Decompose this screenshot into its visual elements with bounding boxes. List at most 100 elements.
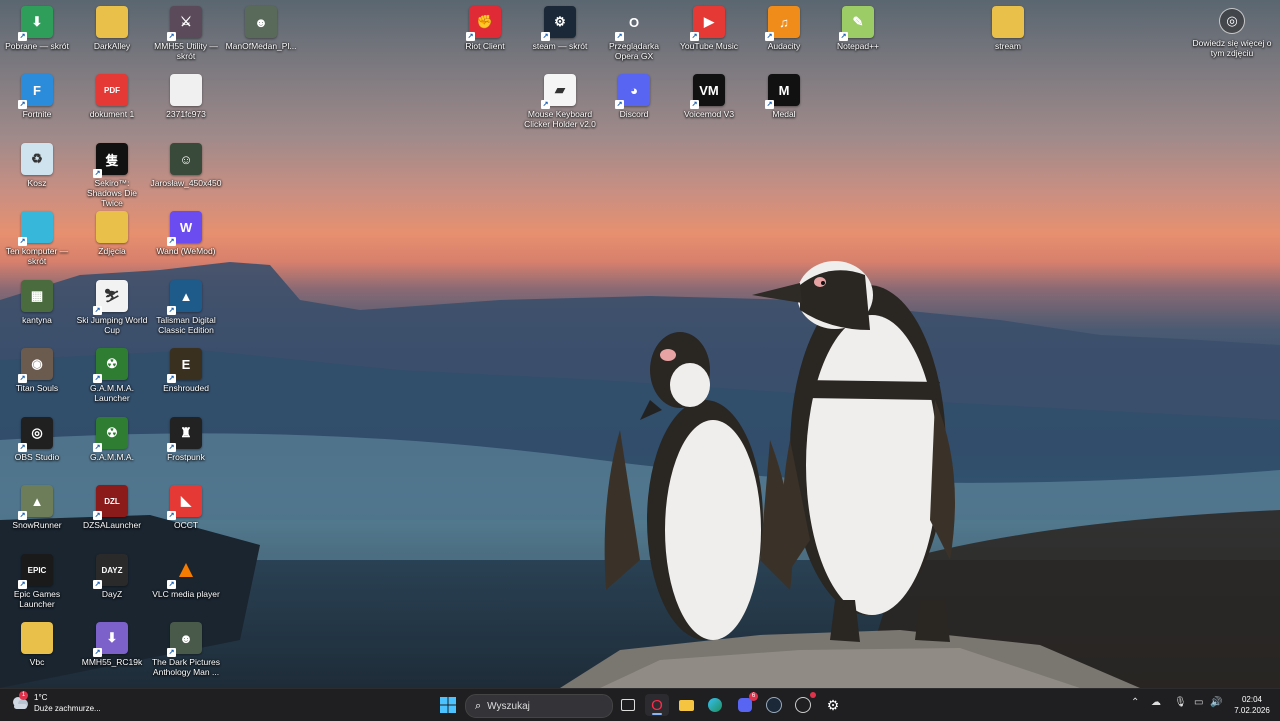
- app-icon: ⚔ ↗: [167, 6, 202, 41]
- app-icon: ◕ ↗: [615, 74, 650, 109]
- volume-icon[interactable]: 🔊: [1210, 697, 1222, 708]
- desktop-icon[interactable]: ☢ ↗ G.A.M.M.A. Launcher: [77, 348, 147, 416]
- desktop-icon-label: The Dark Pictures Anthology Man ...: [151, 657, 221, 677]
- desktop-icon[interactable]: ♻ Kosz: [2, 143, 72, 211]
- desktop-icon[interactable]: ☻ ↗ The Dark Pictures Anthology Man ...: [151, 622, 221, 690]
- app-icon: DAYZ ↗: [93, 554, 128, 589]
- taskbar-file-explorer[interactable]: [674, 694, 698, 716]
- desktop-icon[interactable]: ▶ ↗ YouTube Music: [674, 6, 744, 74]
- shortcut-arrow-icon: ↗: [18, 443, 27, 452]
- app-icon: ☢ ↗: [93, 348, 128, 383]
- desktop-icon[interactable]: ⚔ ↗ MMH55 Utility — skrót: [151, 6, 221, 74]
- desktop-icon[interactable]: ◕ ↗ Discord: [599, 74, 669, 142]
- taskbar-discord[interactable]: 6: [733, 692, 758, 716]
- system-clock[interactable]: 02:04 7.02.2026: [1228, 694, 1276, 716]
- active-indicator: [652, 713, 662, 715]
- app-icon: ♫ ↗: [765, 6, 800, 41]
- desktop-icon[interactable]: ▲ ↗ SnowRunner: [2, 485, 72, 553]
- desktop-icon[interactable]: ▦ kantyna: [2, 280, 72, 348]
- app-icon: ◉ ↗: [18, 348, 53, 383]
- app-icon: ▦: [21, 280, 53, 312]
- app-icon: VM ↗: [690, 74, 725, 109]
- desktop-icon[interactable]: PDF dokument 1: [77, 74, 147, 142]
- desktop-icon-label: Vbc: [29, 657, 45, 667]
- weather-widget[interactable]: 1 1°C Duże zachmurze...: [10, 691, 101, 714]
- desktop-icon[interactable]: DarkAlley: [77, 6, 147, 74]
- app-icon: ☢ ↗: [93, 417, 128, 452]
- desktop-icon-label: Zdjęcia: [98, 246, 126, 256]
- desktop-icon[interactable]: Zdjęcia: [77, 211, 147, 279]
- desktop-icon[interactable]: ⬇ ↗ Pobrane — skrót: [2, 6, 72, 74]
- app-icon: ✊ ↗: [466, 6, 501, 41]
- desktop-icon[interactable]: 2371fc973: [151, 74, 221, 142]
- desktop-icon[interactable]: ↗ Ten komputer — skrót: [2, 211, 72, 279]
- desktop-icon[interactable]: ◉ ↗ Titan Souls: [2, 348, 72, 416]
- desktop-icon[interactable]: stream: [973, 6, 1043, 74]
- desktop-icon[interactable]: ⬇ ↗ MMH55_RC19k: [77, 622, 147, 690]
- onedrive-icon[interactable]: ☁: [1151, 697, 1161, 708]
- shortcut-arrow-icon: ↗: [18, 32, 27, 41]
- search-placeholder: Wyszukaj: [487, 700, 530, 712]
- desktop-icon-label: 2371fc973: [166, 109, 206, 119]
- start-button[interactable]: [436, 694, 460, 716]
- app-icon: M ↗: [765, 74, 800, 109]
- app-icon: F ↗: [18, 74, 53, 109]
- desktop-icon-label: Ten komputer — skrót: [5, 246, 69, 266]
- desktop-icon-label: Epic Games Launcher: [13, 589, 61, 609]
- desktop-icon[interactable]: ♫ ↗ Audacity: [749, 6, 819, 74]
- desktop-icon[interactable]: ☻ ManOfMedan_Pl...: [226, 6, 296, 74]
- desktop-icon[interactable]: M ↗ Medal: [749, 74, 819, 142]
- taskbar-steam[interactable]: [762, 694, 786, 716]
- search-icon: ⌕: [475, 699, 482, 712]
- edge-icon: [708, 698, 722, 712]
- microphone-icon[interactable]: 🎙: [1174, 697, 1187, 708]
- desktop-icon-label: Pobrane — skrót: [5, 41, 69, 51]
- desktop-icon-label: Enshrouded: [163, 383, 209, 393]
- show-hidden-icons-chevron[interactable]: ⌃: [1131, 697, 1139, 708]
- desktop-icon[interactable]: W ↗ Wand (WeMod): [151, 211, 221, 279]
- desktop-icon[interactable]: DAYZ ↗ DayZ: [77, 554, 147, 622]
- taskbar-settings[interactable]: ⚙: [821, 694, 845, 716]
- taskbar-app[interactable]: [791, 692, 816, 716]
- desktop-icon[interactable]: ◣ ↗ OCCT: [151, 485, 221, 553]
- app-icon: 隻 ↗: [93, 143, 128, 178]
- desktop-icon-label: Audacity: [767, 41, 801, 51]
- desktop-icon[interactable]: O ↗ Przeglądarka Opera GX: [599, 6, 669, 74]
- desktop-icon[interactable]: 隻 ↗ Sekiro™: Shadows Die Twice: [77, 143, 147, 211]
- desktop-icon[interactable]: F ↗ Fortnite: [2, 74, 72, 142]
- shortcut-arrow-icon: ↗: [615, 100, 624, 109]
- desktop-icon[interactable]: ▰ ↗ Mouse Keyboard Clicker Holder v2.0: [524, 74, 596, 142]
- taskbar: 1 1°C Duże zachmurze... ⌕ Wyszukaj O 6 ⚙…: [0, 688, 1280, 721]
- shortcut-arrow-icon: ↗: [541, 32, 550, 41]
- desktop-icon[interactable]: DZL ↗ DZSALauncher: [77, 485, 147, 553]
- task-view-button[interactable]: [616, 694, 640, 716]
- app-icon: ⬇ ↗: [18, 6, 53, 41]
- desktop-icon[interactable]: Vbc: [2, 622, 72, 690]
- taskbar-edge[interactable]: [703, 694, 727, 716]
- desktop-icon-label: OCCT: [173, 520, 199, 530]
- app-icon: ◣ ↗: [167, 485, 202, 520]
- desktop-icon[interactable]: ▲ ↗ Talisman Digital Classic Edition: [151, 280, 221, 348]
- app-icon: DZL ↗: [93, 485, 128, 520]
- network-icon[interactable]: ▭: [1194, 697, 1203, 708]
- desktop-icon[interactable]: E ↗ Enshrouded: [151, 348, 221, 416]
- desktop-icon[interactable]: ☺ Jarosław_450x450: [151, 143, 221, 211]
- search-box[interactable]: ⌕ Wyszukaj: [465, 694, 613, 718]
- desktop-icon[interactable]: EPIC ↗ Epic Games Launcher: [2, 554, 72, 622]
- camera-icon: ◎: [1219, 8, 1245, 34]
- desktop-icon[interactable]: ▲ ↗ VLC media player: [151, 554, 221, 622]
- desktop-icon-label: steam — skrót: [532, 41, 588, 51]
- shortcut-arrow-icon: ↗: [541, 100, 550, 109]
- desktop-icon[interactable]: ✎ ↗ Notepad++: [823, 6, 893, 74]
- learn-more-about-photo[interactable]: ◎ Dowiedz się więcej o tym zdjęciu: [1190, 8, 1274, 58]
- desktop-icon[interactable]: ⛷ ↗ Ski Jumping World Cup: [77, 280, 147, 348]
- desktop-icon[interactable]: ⚙ ↗ steam — skrót: [525, 6, 595, 74]
- taskbar-opera-gx[interactable]: O: [645, 694, 669, 716]
- desktop-icon[interactable]: ✊ ↗ Riot Client: [450, 6, 520, 74]
- desktop-icon[interactable]: ☢ ↗ G.A.M.M.A.: [77, 417, 147, 485]
- desktop-icon[interactable]: ◎ ↗ OBS Studio: [2, 417, 72, 485]
- shortcut-arrow-icon: ↗: [765, 100, 774, 109]
- desktop-icon[interactable]: ♜ ↗ Frostpunk: [151, 417, 221, 485]
- app-icon: W ↗: [167, 211, 202, 246]
- desktop-icon[interactable]: VM ↗ Voicemod V3: [674, 74, 744, 142]
